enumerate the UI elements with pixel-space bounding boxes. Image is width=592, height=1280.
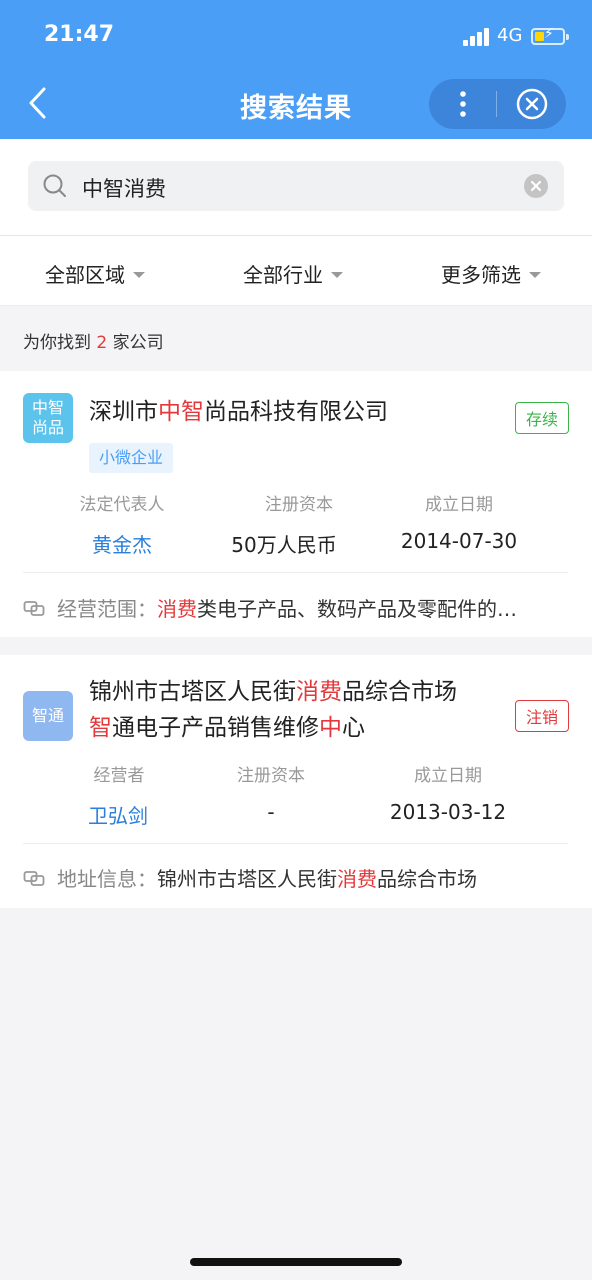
home-indicator	[190, 1258, 402, 1266]
company-card[interactable]: 中智 尚品 深圳市中智尚品科技有限公司 存续 小微企业 法定代表人 注册资本 成立…	[0, 371, 592, 637]
battery-icon: ⚡	[531, 26, 569, 45]
legal-rep-link[interactable]: 黄金杰	[32, 529, 212, 558]
company-name-part: 品综合市场	[342, 679, 457, 705]
meta-label-date: 成立日期	[414, 766, 482, 786]
company-name-highlight: 中智	[158, 399, 204, 425]
filter-industry[interactable]: 全部行业	[243, 259, 343, 288]
company-logo: 智通	[23, 691, 73, 741]
company-name: 深圳市中智尚品科技有限公司	[89, 394, 388, 430]
result-count-suffix: 家公司	[112, 333, 164, 353]
business-scope-text: 消费类电子产品、数码产品及零配件的…	[157, 593, 517, 622]
company-name-highlight: 中	[319, 715, 342, 741]
filter-bar: 全部区域 全部行业 更多筛选	[0, 235, 592, 306]
company-name-part: 心	[342, 715, 365, 741]
company-name: 锦州市古塔区人民街消费品综合市场智通电子产品销售维修中心	[89, 674, 457, 746]
close-circle-icon	[516, 88, 547, 120]
founded-date: 2014-07-30	[400, 529, 518, 553]
clear-icon[interactable]	[524, 174, 548, 198]
address-highlight: 消费	[337, 867, 377, 891]
filter-region[interactable]: 全部区域	[45, 259, 145, 288]
search-section: 中智消费	[0, 139, 592, 235]
signal-icon	[463, 28, 493, 46]
status-time: 21:47	[44, 22, 115, 47]
business-scope-rest: 类电子产品、数码产品及零配件的…	[197, 597, 517, 621]
company-card[interactable]: 智通 锦州市古塔区人民街消费品综合市场 智通电子产品销售维修中心 注销 经营者 注…	[0, 655, 592, 908]
logo-text-line2: 尚品	[31, 418, 64, 437]
result-count-prefix: 为你找到	[23, 333, 91, 353]
result-count-number: 2	[96, 333, 108, 353]
address-label: 地址信息：	[57, 867, 157, 891]
company-name-part: 深圳市	[89, 399, 158, 425]
mini-program-capsule	[429, 79, 566, 129]
registered-capital: 50万人民币	[231, 533, 337, 557]
card-divider	[23, 843, 568, 844]
registered-capital: -	[267, 800, 275, 824]
caret-down-icon	[331, 271, 343, 278]
link-icon	[23, 600, 45, 616]
filter-more-label: 更多筛选	[441, 263, 521, 287]
address-row: 地址信息： 锦州市古塔区人民街消费品综合市场	[23, 863, 569, 892]
logo-text-line1: 中智	[31, 398, 64, 417]
meta-label-capital: 注册资本	[265, 495, 333, 515]
result-count: 为你找到 2 家公司	[23, 328, 164, 353]
meta-label-date: 成立日期	[425, 495, 493, 515]
company-name-part: 锦州市古塔区人民街	[89, 679, 296, 705]
search-query: 中智消费	[82, 177, 166, 201]
more-dots-icon	[460, 91, 466, 117]
address-part: 锦州市古塔区人民街	[157, 867, 337, 891]
business-scope-label: 经营范围：	[57, 597, 157, 621]
founded-date: 2013-03-12	[389, 800, 507, 824]
status-badge: 存续	[515, 402, 569, 434]
more-button[interactable]	[429, 79, 497, 129]
address-text: 锦州市古塔区人民街消费品综合市场	[157, 863, 477, 892]
business-scope-highlight: 消费	[157, 597, 197, 621]
status-badge: 注销	[515, 700, 569, 732]
search-input[interactable]: 中智消费	[28, 161, 564, 211]
company-name-highlight: 智	[89, 715, 112, 741]
link-icon	[23, 870, 45, 886]
filter-more[interactable]: 更多筛选	[441, 259, 541, 288]
company-name-part: 尚品科技有限公司	[204, 399, 388, 425]
caret-down-icon	[529, 271, 541, 278]
filter-industry-label: 全部行业	[243, 263, 323, 287]
company-logo: 中智 尚品	[23, 393, 73, 443]
status-bar: 21:47 4G ⚡	[0, 0, 592, 70]
company-name-part: 通电子产品销售维修	[112, 715, 319, 741]
meta-label-operator: 经营者	[93, 766, 145, 786]
address-part: 品综合市场	[377, 867, 477, 891]
company-tag: 小微企业	[89, 443, 174, 473]
filter-region-label: 全部区域	[45, 263, 125, 287]
company-name-highlight: 消费	[296, 679, 342, 705]
top-bar: 21:47 4G ⚡ 搜索结果	[0, 0, 592, 139]
search-icon	[43, 174, 66, 197]
caret-down-icon	[133, 271, 145, 278]
network-type: 4G	[497, 25, 523, 46]
meta-label-legal-rep: 法定代表人	[79, 495, 165, 515]
card-divider	[23, 572, 568, 573]
meta-label-capital: 注册资本	[237, 766, 305, 786]
business-scope-row: 经营范围： 消费类电子产品、数码产品及零配件的…	[23, 593, 569, 622]
close-button[interactable]	[497, 79, 566, 129]
